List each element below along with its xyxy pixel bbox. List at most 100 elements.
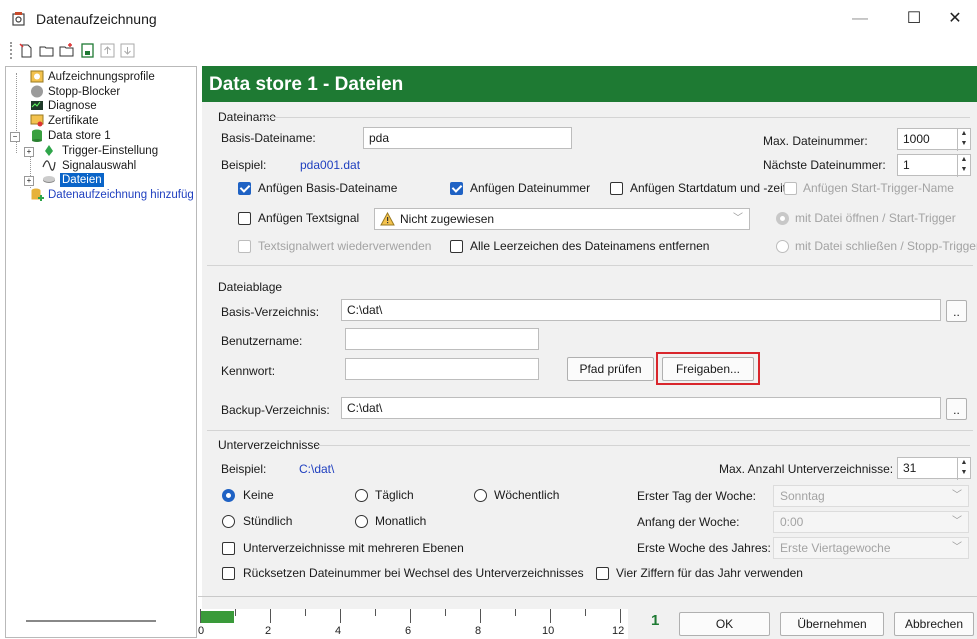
chevron-down-icon: ﹀ [952,490,962,501]
ruler-tick [410,609,411,623]
ruler-label: 10 [542,625,555,637]
erste-woche-label: Erste Woche des Jahres: [637,541,771,555]
ruler-tick [270,609,271,623]
basis-verzeichnis-input[interactable]: C:\dat\ [341,299,941,321]
tree-label: Stopp-Blocker [48,86,121,98]
erster-tag-value: Sonntag [780,489,825,503]
basis-dateiname-input[interactable]: pda [363,127,572,149]
erste-woche-value: Erste Viertagewoche [780,541,891,555]
ub-beispiel-value: C:\dat\ [299,462,335,476]
textsignalwert-checkbox[interactable] [238,240,251,253]
benutzername-label: Benutzername: [221,334,303,348]
browse-backup-button[interactable]: .. [946,398,967,420]
erster-tag-label: Erster Tag der Woche: [637,489,756,503]
toolbar-grip [10,42,14,59]
erster-tag-select[interactable]: Sonntag ﹀ [773,485,969,507]
close-button[interactable]: ✕ [940,8,970,30]
radio-keine[interactable] [222,489,235,502]
erste-woche-select[interactable]: Erste Viertagewoche ﹀ [773,537,969,559]
textsignal-select[interactable]: Nicht zugewiesen ﹀ [374,208,750,230]
radio-mit-datei-schliessen[interactable] [776,240,789,253]
radio-woechentlich[interactable] [474,489,487,502]
app-icon [12,12,25,26]
trigger-icon [45,145,53,156]
ruecksetzen-checkbox[interactable] [222,567,235,580]
ruecksetzen-label: Rücksetzen Dateinummer bei Wechsel des U… [243,566,584,580]
signal-icon [42,160,56,171]
cancel-button[interactable]: Abbrechen [894,612,974,636]
navigation-tree[interactable]: Aufzeichnungsprofile Stopp-Blocker Diagn… [5,66,197,638]
ok-button[interactable]: OK [679,612,770,636]
anfuegen-trigger-checkbox[interactable] [784,182,797,195]
apply-button[interactable]: Übernehmen [780,612,884,636]
tree-label: Trigger-Einstellung [62,145,159,157]
backup-verzeichnis-input[interactable]: C:\dat\ [341,397,941,419]
browse-basis-button[interactable]: .. [946,300,967,322]
radio-keine-label: Keine [243,488,274,502]
textsignal-value: Nicht zugewiesen [400,212,495,226]
leerzeichen-checkbox[interactable] [450,240,463,253]
ebenen-label: Unterverzeichnisse mit mehreren Ebenen [243,541,464,555]
max-unterverzeichnisse-field[interactable]: 31 ▲ ▼ [897,457,971,480]
pfad-pruefen-button[interactable]: Pfad prüfen [567,357,654,381]
window-title: Datenaufzeichnung [36,11,157,27]
naechste-dateinummer-field[interactable]: 1 ▲ ▼ [897,154,971,177]
files-icon [43,176,55,183]
max-dateinummer-spinner[interactable]: ▲ ▼ [957,129,970,151]
move-down-icon[interactable] [119,42,136,59]
anfuegen-nummer-checkbox[interactable] [450,182,463,195]
tree-label: Dateien [60,173,104,187]
radio-mit-datei-oeffnen[interactable] [776,212,789,225]
anfuegen-nummer-label: Anfügen Dateinummer [470,181,591,195]
move-up-icon[interactable] [99,42,116,59]
naechste-dateinummer-spinner[interactable]: ▲ ▼ [957,155,970,177]
vier-ziffern-checkbox[interactable] [596,567,609,580]
certificate-icon [30,114,44,127]
ruler-tick [340,609,341,623]
tree-scrollbar[interactable] [26,620,156,622]
kennwort-label: Kennwort: [221,364,276,378]
group-divider [318,445,970,446]
anfang-woche-value: 0:00 [780,515,804,529]
save-icon[interactable] [79,42,96,59]
tree-label: Datenaufzeichnung hinzufüg [48,189,194,201]
anfang-woche-select[interactable]: 0:00 ﹀ [773,511,969,533]
new-icon[interactable] [18,42,35,59]
beispiel-label: Beispiel: [221,158,267,172]
max-dateinummer-field[interactable]: 1000 ▲ ▼ [897,128,971,151]
chevron-down-icon: ﹀ [733,213,743,224]
group-divider [207,265,973,266]
progress-ruler: 0 2 4 6 8 10 12 [198,609,628,639]
radio-monatlich[interactable] [355,515,368,528]
ruler-tick [585,609,586,616]
anfuegen-textsignal-checkbox[interactable] [238,212,251,225]
collapse-toggle[interactable]: − [10,132,20,142]
anfuegen-trigger-label: Anfügen Start-Trigger-Name [803,181,954,195]
radio-stuendlich[interactable] [222,515,235,528]
expand-toggle[interactable]: + [24,147,34,157]
anfuegen-textsignal-label: Anfügen Textsignal [258,211,360,225]
tree-label: Diagnose [48,100,97,112]
maximize-button[interactable]: ☐ [899,8,929,30]
stop-icon [31,85,43,98]
freigaben-button[interactable]: Freigaben... [662,357,754,381]
anfuegen-startdatum-checkbox[interactable] [610,182,623,195]
basis-dateiname-label: Basis-Dateiname: [221,131,316,145]
kennwort-input[interactable] [345,358,539,380]
vier-ziffern-label: Vier Ziffern für das Jahr verwenden [616,566,803,580]
benutzername-input[interactable] [345,328,539,350]
ebenen-checkbox[interactable] [222,542,235,555]
new-folder-icon[interactable] [58,42,75,59]
database-icon [32,129,42,142]
max-unterverzeichnisse-spinner[interactable]: ▲ ▼ [957,458,970,480]
radio-taeglich-label: Täglich [375,488,414,502]
expand-toggle[interactable]: + [24,176,34,186]
backup-verzeichnis-label: Backup-Verzeichnis: [221,403,330,417]
group-divider [207,430,973,431]
minimize-button[interactable]: — [845,8,875,30]
ruler-label: 4 [335,625,342,637]
open-icon[interactable] [38,42,55,59]
radio-taeglich[interactable] [355,489,368,502]
anfuegen-basis-checkbox[interactable] [238,182,251,195]
naechste-dateinummer-value: 1 [903,158,910,172]
